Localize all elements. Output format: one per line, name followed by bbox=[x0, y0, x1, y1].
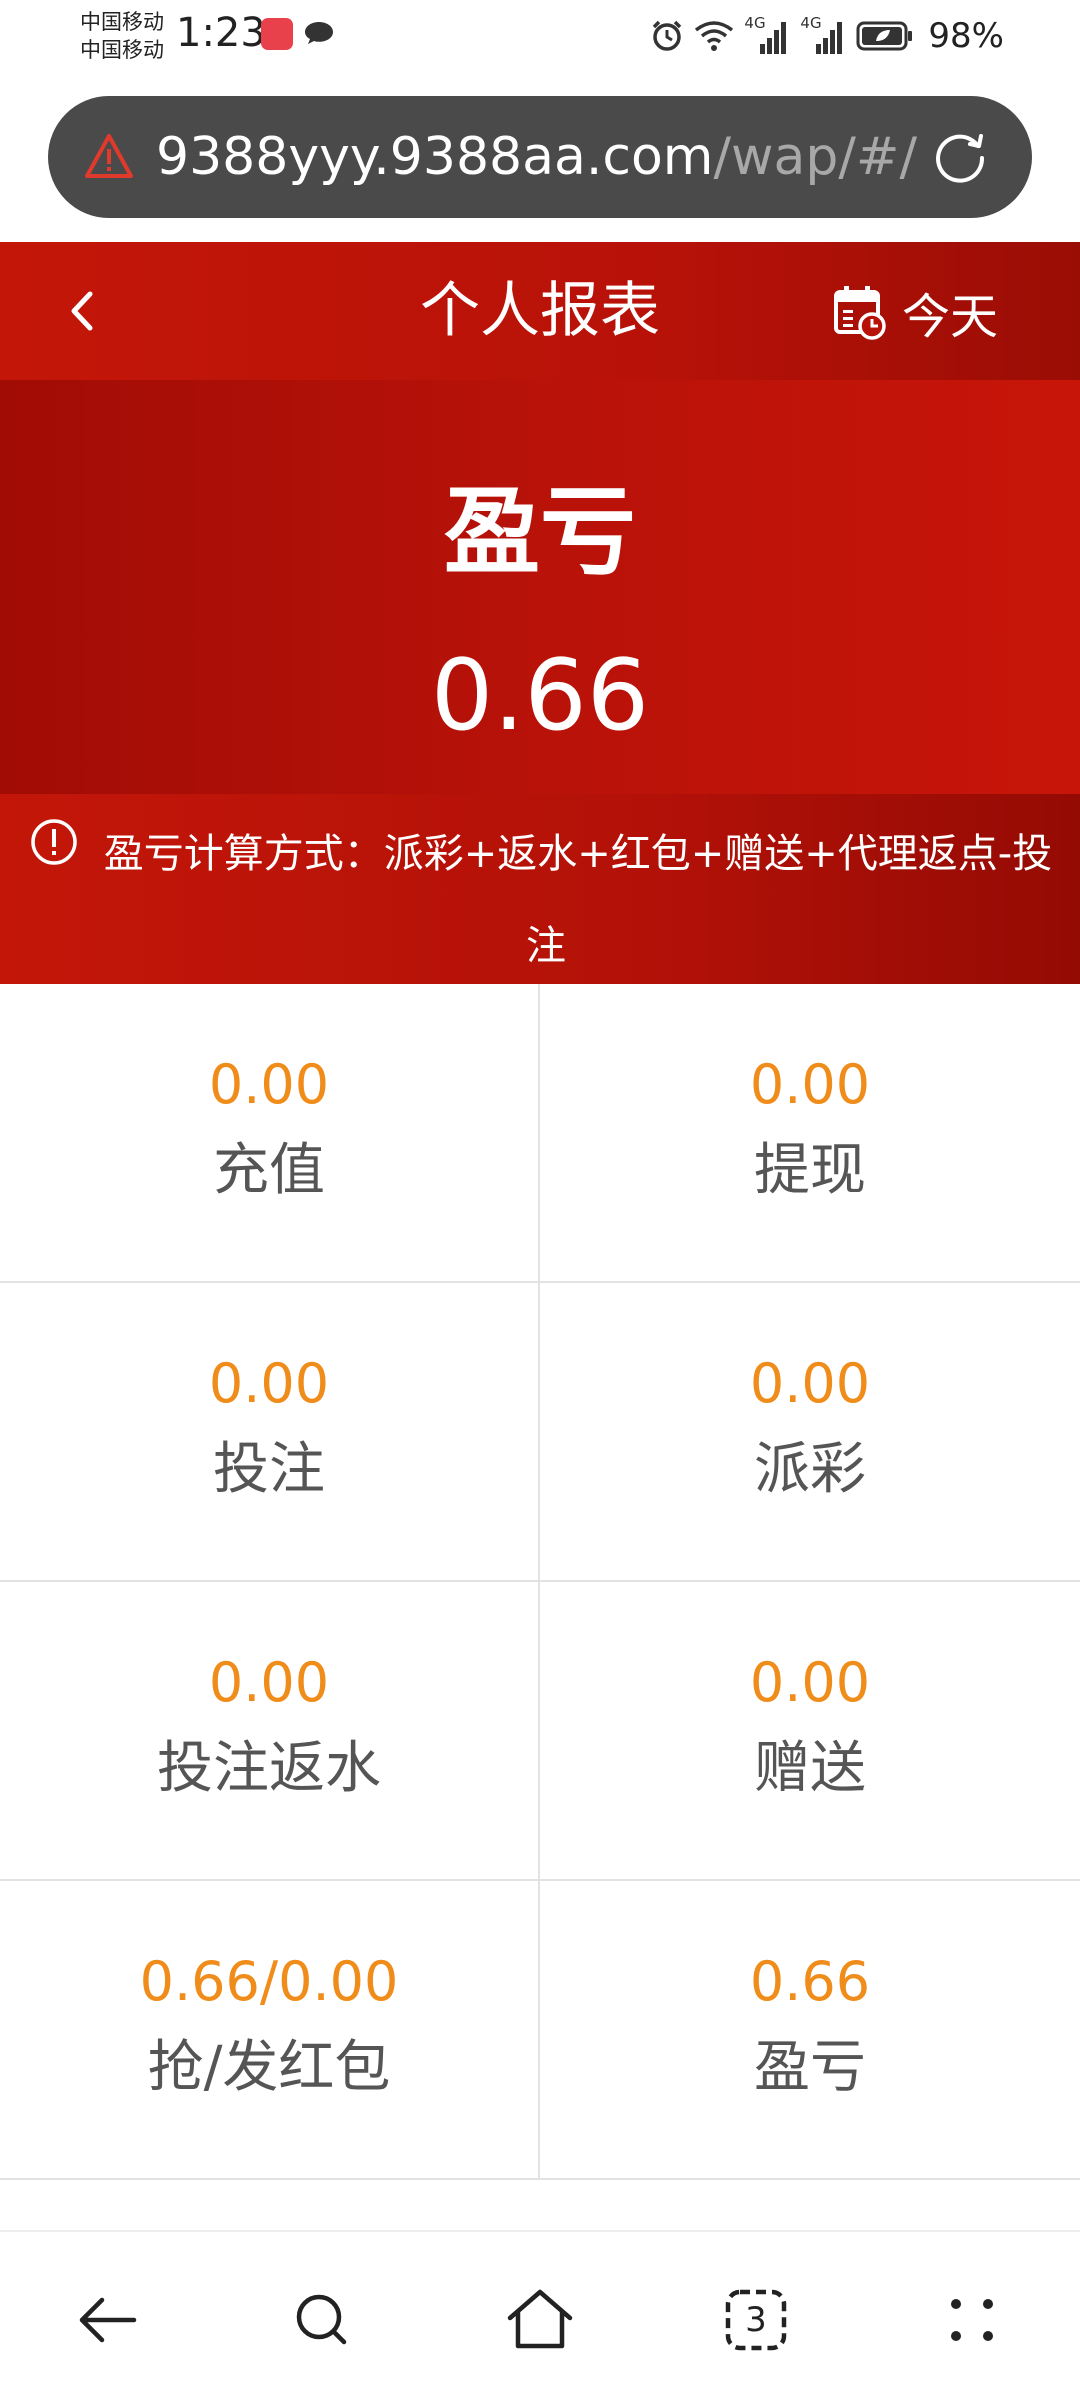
carrier-info: 中国移动 中国移动 bbox=[80, 8, 164, 64]
search-icon bbox=[296, 2294, 347, 2345]
tabs-count: 3 bbox=[745, 2300, 767, 2340]
stat-cell-bet[interactable]: 0.00 投注 bbox=[0, 1283, 540, 1582]
warning-icon[interactable] bbox=[84, 132, 134, 180]
home-icon bbox=[507, 2289, 573, 2349]
status-bar: 中国移动 中国移动 1:23 4G 4G 98% bbox=[0, 0, 1080, 76]
stat-label: 投注 bbox=[213, 1437, 325, 1502]
stat-cell-red-packet[interactable]: 0.66/0.00 抢/发红包 bbox=[0, 1881, 540, 2180]
stats-grid: 0.00 充值 0.00 提现 0.00 投注 0.00 派彩 0.00 投注返… bbox=[0, 984, 1080, 2180]
alarm-icon bbox=[653, 20, 682, 51]
app-notification-icon bbox=[261, 18, 293, 50]
stat-cell-rebate[interactable]: 0.00 投注返水 bbox=[0, 1582, 540, 1881]
url-path: /wap/#/ bbox=[713, 127, 917, 187]
stat-cell-gift[interactable]: 0.00 赠送 bbox=[540, 1582, 1080, 1881]
stat-label: 赠送 bbox=[754, 1736, 866, 1801]
address-bar[interactable]: 9388yyy.9388aa.com/wap/#/ bbox=[48, 96, 1032, 218]
signal-1-icon: 4G bbox=[744, 14, 790, 56]
browser-bottom-nav: 3 bbox=[0, 2230, 1080, 2400]
stat-cell-withdraw[interactable]: 0.00 提现 bbox=[540, 984, 1080, 1283]
signal-2-icon: 4G bbox=[800, 14, 846, 56]
url-host: 9388yyy.9388aa.com bbox=[156, 127, 714, 187]
status-time: 1:23 bbox=[176, 10, 266, 56]
nav-tabs-button[interactable]: 3 bbox=[716, 2280, 796, 2360]
wifi-icon bbox=[695, 21, 734, 51]
stat-value: 0.66 bbox=[749, 1950, 871, 2013]
status-indicators: 4G 4G 98% bbox=[650, 14, 1004, 58]
nav-back-button[interactable] bbox=[68, 2280, 148, 2360]
back-icon bbox=[79, 2297, 137, 2343]
carrier-2: 中国移动 bbox=[80, 38, 164, 62]
stat-value: 0.00 bbox=[749, 1352, 871, 1415]
stat-cell-profit[interactable]: 0.66 盈亏 bbox=[540, 1881, 1080, 2180]
stat-cell-payout[interactable]: 0.00 派彩 bbox=[540, 1283, 1080, 1582]
stat-value: 0.00 bbox=[749, 1053, 871, 1116]
profit-summary: 盈亏 0.66 bbox=[0, 380, 1080, 794]
stat-value: 0.00 bbox=[208, 1651, 330, 1714]
stat-label: 提现 bbox=[754, 1138, 866, 1203]
stat-label: 充值 bbox=[213, 1138, 325, 1203]
stat-label: 抢/发红包 bbox=[147, 2035, 391, 2100]
stat-value: 0.00 bbox=[208, 1053, 330, 1116]
carrier-1: 中国移动 bbox=[80, 10, 164, 34]
nav-home-button[interactable] bbox=[500, 2280, 580, 2360]
url-text[interactable]: 9388yyy.9388aa.com/wap/#/ bbox=[156, 124, 936, 190]
message-icon bbox=[305, 22, 333, 44]
back-arrow-icon[interactable] bbox=[58, 278, 108, 344]
stat-label: 投注返水 bbox=[157, 1736, 381, 1801]
stat-label: 盈亏 bbox=[754, 2035, 866, 2100]
formula-text: 盈亏计算方式：派彩+返水+红包+赠送+代理返点-投注 bbox=[103, 831, 1053, 969]
profit-label: 盈亏 bbox=[444, 476, 636, 588]
battery-percent: 98% bbox=[928, 16, 1004, 56]
stat-value: 0.66/0.00 bbox=[139, 1950, 399, 2013]
stat-value: 0.00 bbox=[208, 1352, 330, 1415]
date-filter-label: 今天 bbox=[901, 289, 998, 345]
stat-cell-deposit[interactable]: 0.00 充值 bbox=[0, 984, 540, 1283]
calendar-icon bbox=[833, 286, 886, 340]
more-icon bbox=[951, 2299, 993, 2341]
date-filter-button[interactable]: 今天 bbox=[832, 282, 998, 345]
nav-search-button[interactable] bbox=[282, 2280, 362, 2360]
reload-icon[interactable] bbox=[928, 124, 992, 188]
stat-value: 0.00 bbox=[749, 1651, 871, 1714]
profit-value: 0.66 bbox=[430, 639, 650, 753]
stat-label: 派彩 bbox=[754, 1437, 866, 1502]
page-header: 个人报表 今天 bbox=[0, 242, 1080, 380]
battery-icon bbox=[856, 21, 913, 51]
formula-note: 盈亏计算方式：派彩+返水+红包+赠送+代理返点-投注 bbox=[0, 794, 1080, 984]
nav-more-button[interactable] bbox=[932, 2280, 1012, 2360]
